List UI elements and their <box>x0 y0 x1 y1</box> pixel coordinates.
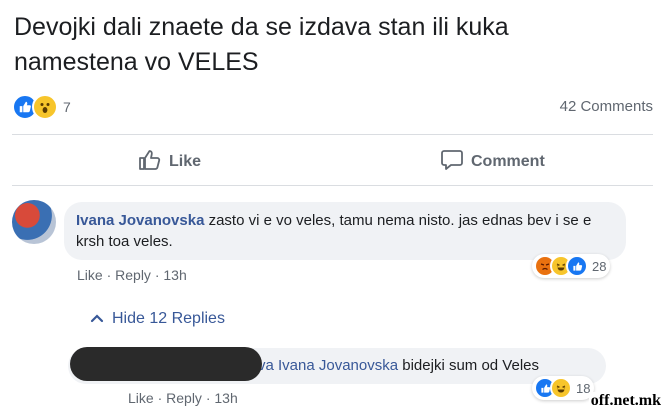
divider <box>12 185 653 186</box>
comment-bubble: Ivana Jovanovska zasto vi e vo veles, ta… <box>64 202 626 260</box>
reply-like-link[interactable]: Like <box>128 390 154 406</box>
comment-author-link[interactable]: Ivana Jovanovska <box>76 212 204 229</box>
wow-icon <box>32 94 58 120</box>
comment-bubble-icon <box>440 149 464 176</box>
comment-reactions[interactable]: 28 <box>532 254 611 278</box>
reply-reply-link[interactable]: Reply <box>166 390 202 406</box>
post-reaction-count: 7 <box>63 99 71 115</box>
reply-text: bidejki sum od Veles <box>398 357 540 374</box>
like-button[interactable]: Like <box>138 148 201 176</box>
watermark: off.net.mk <box>588 392 663 410</box>
comment-button[interactable]: Comment <box>440 148 545 176</box>
separator-dot: · <box>106 267 116 283</box>
comment-like-link[interactable]: Like <box>77 267 103 283</box>
avatar[interactable] <box>12 200 56 244</box>
post-text-line-2: namestena vo VELES <box>14 48 259 76</box>
haha-icon <box>550 377 572 399</box>
chevron-up-icon <box>90 310 104 328</box>
post-reactions[interactable]: 7 <box>12 94 71 120</box>
like-icon <box>566 255 588 277</box>
comment-reaction-count: 28 <box>592 258 607 274</box>
post-text-line-1: Devojki dali znaete da se izdava stan il… <box>14 13 509 41</box>
reply-reactions[interactable]: 18 <box>532 376 595 400</box>
reply-meta: Like · Reply · 13h <box>128 390 238 406</box>
comments-count-link[interactable]: 42 Comments <box>560 98 653 115</box>
redacted-author-block <box>70 347 262 381</box>
hide-replies-link[interactable]: Hide 12 Replies <box>90 310 225 328</box>
comment-meta: Like · Reply · 13h <box>77 267 187 283</box>
reply-timestamp[interactable]: 13h <box>214 390 237 406</box>
divider <box>12 134 653 135</box>
reply-mention-link[interactable]: Ivana Jovanovska <box>278 357 398 374</box>
comment-button-label: Comment <box>471 153 545 170</box>
hide-replies-label: Hide 12 Replies <box>112 310 225 327</box>
post-text: Devojki dali znaete da se izdava stan il… <box>14 10 654 80</box>
like-button-label: Like <box>169 153 202 170</box>
thumb-up-icon <box>138 149 162 176</box>
comment-timestamp[interactable]: 13h <box>163 267 186 283</box>
separator-dot: · <box>157 390 167 406</box>
comment-reply-link[interactable]: Reply <box>115 267 151 283</box>
